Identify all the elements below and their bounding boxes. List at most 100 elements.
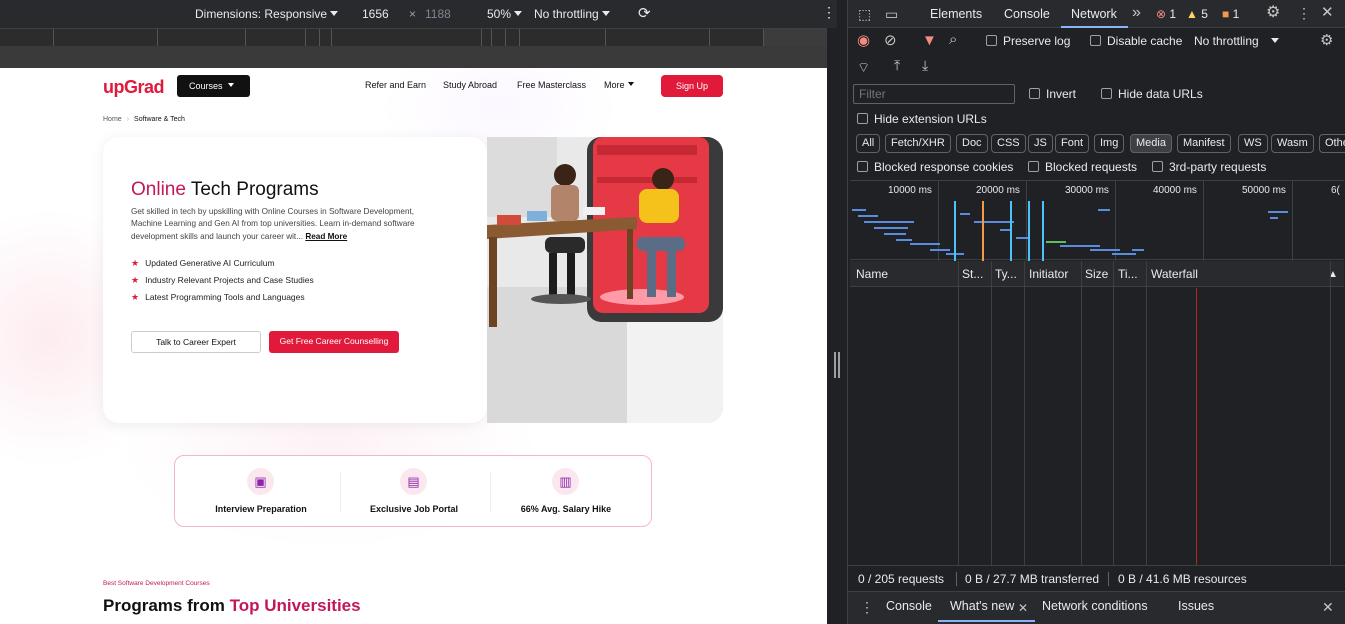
export-icon[interactable]: ⤓	[922, 58, 928, 72]
type-filter-manifest[interactable]: Manifest	[1177, 134, 1231, 153]
type-filter-ws[interactable]: WS	[1238, 134, 1268, 153]
column-size[interactable]: Size	[1085, 267, 1108, 281]
import-icon[interactable]: ⤒	[894, 58, 900, 72]
star-icon: ★	[131, 258, 140, 268]
close-icon[interactable]: ✕	[1321, 5, 1334, 20]
settings-gear-icon[interactable]: ⚙	[1266, 5, 1280, 21]
drawer-tab-issues[interactable]: Issues	[1178, 599, 1214, 613]
blocked-response-cookies-checkbox[interactable]: Blocked response cookies	[857, 160, 1013, 174]
overview-tick: 50000 ms	[1242, 185, 1286, 196]
column-name[interactable]: Name	[856, 267, 888, 281]
device-toolbar: Dimensions: Responsive 1656 × 1188 50% N…	[0, 0, 837, 28]
drawer-tab-whats-new[interactable]: What's new	[950, 599, 1014, 613]
chevron-right-icon: ›	[126, 116, 130, 123]
hero-bullet: ★ Latest Programming Tools and Languages	[131, 292, 305, 303]
column-waterfall[interactable]: Waterfall	[1151, 267, 1198, 281]
briefcase-icon: ▤	[400, 468, 427, 495]
nav-free-masterclass[interactable]: Free Masterclass	[517, 80, 586, 90]
filter-input[interactable]	[853, 84, 1015, 104]
inspect-element-icon[interactable]: ⬚	[858, 7, 871, 21]
network-settings-icon[interactable]: ⚙	[1320, 33, 1333, 48]
talk-to-career-expert-button[interactable]: Talk to Career Expert	[131, 331, 261, 353]
clear-icon[interactable]: ⊘	[884, 33, 897, 48]
devtools-drawer-tabs: ⋮ Console What's new ✕ Network condition…	[848, 591, 1345, 624]
more-tabs-icon[interactable]: »	[1132, 5, 1141, 21]
close-drawer-icon[interactable]: ✕	[1322, 600, 1334, 614]
network-overview-timeline[interactable]: 10000 ms 20000 ms 30000 ms 40000 ms 5000…	[850, 180, 1344, 261]
tab-network[interactable]: Network	[1071, 7, 1117, 21]
dimensions-dropdown[interactable]: Dimensions: Responsive	[195, 7, 339, 21]
column-initiator[interactable]: Initiator	[1029, 267, 1068, 281]
tab-elements[interactable]: Elements	[930, 7, 982, 21]
more-options-icon[interactable]: ⋮	[1297, 6, 1311, 20]
feature-label: Interview Preparation	[215, 504, 307, 514]
breadcrumb: Home › Software & Tech	[103, 116, 185, 123]
tab-console[interactable]: Console	[1004, 7, 1050, 21]
type-filter-js[interactable]: JS	[1028, 134, 1053, 153]
interview-icon: ▣	[247, 468, 274, 495]
device-toggle-icon[interactable]: ▭	[885, 7, 898, 21]
type-filter-fetch-xhr[interactable]: Fetch/XHR	[885, 134, 951, 153]
breadcrumb-home[interactable]: Home	[103, 116, 122, 123]
nav-study-abroad[interactable]: Study Abroad	[443, 80, 497, 90]
third-party-requests-checkbox[interactable]: 3rd-party requests	[1152, 160, 1266, 174]
network-throttle-label: No throttling	[1194, 34, 1259, 48]
throttle-dropdown[interactable]: No throttling	[534, 7, 610, 21]
students-illustration	[487, 137, 723, 423]
filter-icon[interactable]: ▼	[922, 33, 937, 48]
blocked-requests-checkbox[interactable]: Blocked requests	[1028, 160, 1137, 174]
height-input[interactable]: 1188	[425, 7, 451, 21]
hide-extension-urls-checkbox[interactable]: Hide extension URLs	[857, 112, 987, 126]
close-tab-icon[interactable]: ✕	[1018, 601, 1028, 615]
devtools-tabbar: ⬚ ▭ Elements Console Network » ⊗ 1 ▲ 5 ■…	[848, 0, 1345, 28]
network-throttle-dropdown[interactable]: No throttling	[1194, 34, 1279, 48]
preserve-log-checkbox[interactable]: Preserve log	[986, 34, 1070, 48]
issues-count[interactable]: ■ 1	[1222, 7, 1239, 21]
bullet-text: Industry Relevant Projects and Case Stud…	[145, 275, 314, 285]
type-filter-doc[interactable]: Doc	[956, 134, 988, 153]
courses-label: Courses	[189, 81, 223, 91]
upgrad-logo[interactable]: upGrad	[103, 77, 165, 98]
drawer-tab-network-conditions[interactable]: Network conditions	[1042, 599, 1148, 613]
nav-refer-and-earn[interactable]: Refer and Earn	[365, 80, 426, 90]
type-filter-css[interactable]: CSS	[991, 134, 1026, 153]
column-time[interactable]: Ti...	[1118, 267, 1138, 281]
rotate-icon[interactable]: ⟳	[638, 4, 651, 22]
type-filter-font[interactable]: Font	[1055, 134, 1090, 153]
more-options-icon[interactable]: ⋮	[822, 4, 836, 21]
chevron-down-icon	[227, 83, 234, 87]
section-eyebrow: Best Software Development Courses	[103, 580, 210, 587]
warning-icon: ▲	[1186, 7, 1198, 21]
resize-handle[interactable]	[834, 352, 840, 378]
checkbox	[1029, 88, 1040, 99]
invert-checkbox[interactable]: Invert	[1029, 87, 1076, 101]
disable-cache-checkbox[interactable]: Disable cache	[1090, 34, 1182, 48]
wifi-conditions-icon[interactable]: ⌔	[857, 60, 870, 74]
blocked-requests-label: Blocked requests	[1045, 160, 1138, 174]
width-input[interactable]: 1656	[362, 7, 389, 21]
courses-button[interactable]: Courses	[177, 75, 250, 97]
drawer-tab-console[interactable]: Console	[886, 599, 932, 613]
hide-data-urls-checkbox[interactable]: Hide data URLs	[1101, 87, 1203, 101]
document-icon: ▥	[552, 468, 579, 495]
resources-size: 0 B / 41.6 MB resources	[1118, 572, 1247, 586]
media-query-bar[interactable]	[0, 28, 827, 47]
column-type[interactable]: Ty...	[995, 267, 1017, 281]
free-career-counselling-button[interactable]: Get Free Career Counselling	[269, 331, 399, 353]
search-icon[interactable]: ⌕	[949, 32, 957, 47]
disable-cache-label: Disable cache	[1107, 34, 1183, 48]
type-filter-media[interactable]: Media	[1130, 134, 1172, 153]
read-more-link[interactable]: Read More	[305, 232, 347, 241]
record-stop-icon[interactable]: ◉	[857, 33, 870, 48]
type-filter-img[interactable]: Img	[1094, 134, 1125, 153]
warning-count[interactable]: ▲ 5	[1186, 7, 1208, 21]
column-status[interactable]: St...	[962, 267, 983, 281]
drawer-menu-icon[interactable]: ⋮	[860, 600, 874, 614]
sign-up-button[interactable]: Sign Up	[661, 75, 723, 97]
nav-more[interactable]: More	[604, 80, 634, 90]
type-filter-wasm[interactable]: Wasm	[1271, 134, 1314, 153]
zoom-dropdown[interactable]: 50%	[487, 7, 523, 21]
type-filter-all[interactable]: All	[856, 134, 881, 153]
type-filter-other[interactable]: Othe	[1319, 134, 1345, 153]
error-count[interactable]: ⊗ 1	[1156, 7, 1176, 21]
